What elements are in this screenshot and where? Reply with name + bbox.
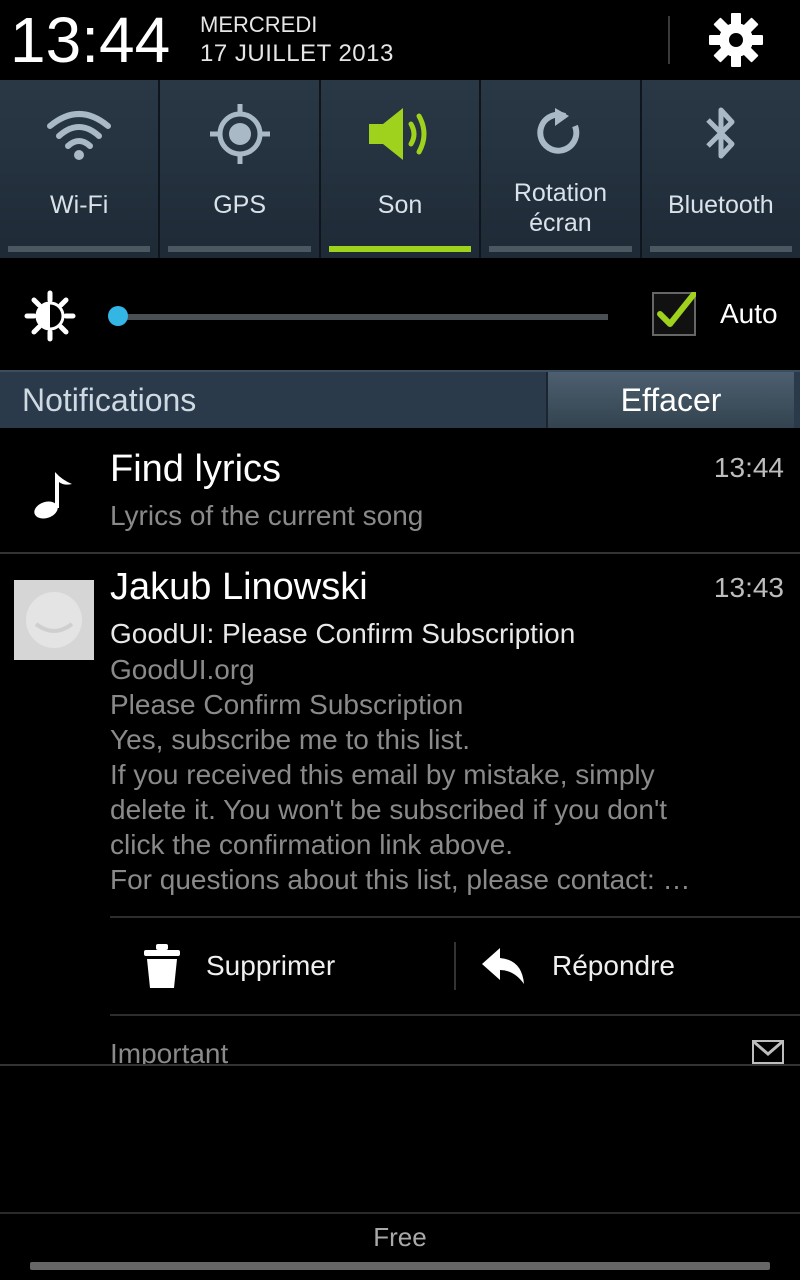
email-preview-line: delete it. You won't be subscribed if yo… <box>110 794 668 825</box>
gmail-icon <box>752 1040 784 1064</box>
email-preview-line: Please Confirm Subscription <box>110 689 464 720</box>
rotate-icon <box>537 108 580 154</box>
email-preview-line: For questions about this list, please co… <box>110 864 691 895</box>
notification-actions: Supprimer Répondre <box>110 916 800 1016</box>
status-header: 13:44 MERCREDI 17 JUILLET 2013 <box>0 0 800 80</box>
bluetooth-icon <box>706 107 735 159</box>
email-preview-line: Yes, subscribe me to this list. <box>110 724 471 755</box>
toggle-indicator <box>649 246 793 252</box>
toggle-label: GPS <box>213 191 266 219</box>
toggle-label-line1: Rotation <box>513 179 607 207</box>
date-label: 17 JUILLET 2013 <box>200 40 394 67</box>
wifi-icon <box>47 111 112 160</box>
trash-icon <box>144 944 180 988</box>
toggle-rotation[interactable]: Rotation écran <box>481 80 642 258</box>
music-note-icon <box>34 472 72 519</box>
sender-name: Jakub Linowski <box>110 566 368 608</box>
quick-settings-panel: Wi-Fi GPS Son Rotation écran Bluetooth <box>0 80 800 258</box>
auto-brightness-checkbox[interactable] <box>652 292 696 336</box>
toggle-indicator <box>489 246 632 252</box>
day-label: MERCREDI <box>200 12 318 37</box>
toggle-label: Wi-Fi <box>50 191 109 219</box>
delete-label: Supprimer <box>206 950 336 981</box>
divider <box>668 16 670 64</box>
notification-find-lyrics[interactable]: Find lyrics Lyrics of the current song 1… <box>0 428 800 554</box>
delete-button[interactable]: Supprimer <box>110 918 454 1014</box>
gps-icon <box>209 104 270 164</box>
toggle-indicator <box>8 246 151 252</box>
contact-placeholder-icon <box>14 580 94 660</box>
toggle-wifi[interactable]: Wi-Fi <box>0 80 161 258</box>
toggle-label: Rotation écran <box>481 178 639 238</box>
notification-title: Find lyrics <box>110 448 282 490</box>
toggle-sound[interactable]: Son <box>320 80 482 258</box>
toggle-indicator <box>168 246 311 252</box>
brightness-slider-thumb[interactable] <box>108 306 128 326</box>
divider <box>0 1212 800 1214</box>
clear-button[interactable]: Effacer <box>546 372 794 428</box>
notifications-title: Notifications <box>22 382 197 418</box>
gear-icon[interactable] <box>706 10 766 70</box>
notification-subtitle: Lyrics of the current song <box>110 500 424 531</box>
carrier-label: Free <box>373 1222 427 1252</box>
reply-icon <box>482 948 524 984</box>
auto-brightness-label: Auto <box>720 298 778 329</box>
toggle-bluetooth[interactable]: Bluetooth <box>641 80 800 258</box>
clock: 13:44 <box>10 4 171 76</box>
speaker-icon <box>369 108 427 160</box>
notification-time: 13:43 <box>713 572 784 603</box>
toggle-gps[interactable]: GPS <box>160 80 321 258</box>
toggle-indicator <box>328 246 472 252</box>
email-preview: GoodUI.org Please Confirm Subscription Y… <box>110 652 790 897</box>
email-preview-line: click the confirmation link above. <box>110 829 514 860</box>
reply-label: Répondre <box>552 950 675 981</box>
notifications-header: Notifications Effacer <box>0 370 800 428</box>
email-preview-line: GoodUI.org <box>110 654 255 685</box>
notification-time: 13:44 <box>713 452 784 483</box>
email-subject: GoodUI: Please Confirm Subscription <box>110 618 576 649</box>
brightness-icon <box>24 290 76 342</box>
notification-email[interactable]: Jakub Linowski 13:43 GoodUI: Please Conf… <box>0 554 800 1066</box>
avatar <box>14 580 94 660</box>
toggle-label-line2: écran <box>529 209 592 237</box>
brightness-slider[interactable] <box>118 314 608 320</box>
drag-handle[interactable] <box>30 1262 770 1270</box>
toggle-label: Bluetooth <box>668 191 774 219</box>
checkmark-icon <box>657 292 696 327</box>
reply-button[interactable]: Répondre <box>456 918 800 1014</box>
toggle-label: Son <box>377 191 423 219</box>
email-label: Important <box>110 1038 229 1064</box>
email-preview-line: If you received this email by mistake, s… <box>110 759 655 790</box>
